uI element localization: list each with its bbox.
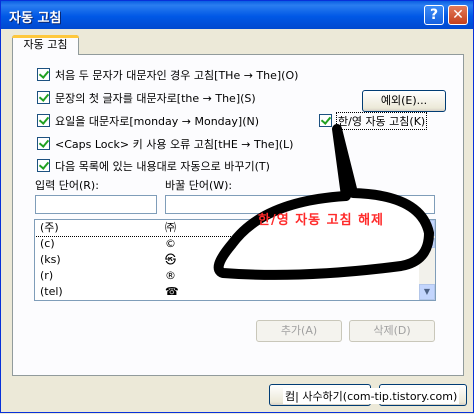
watermark-text: 컴| 사수하기(com-tip.tistory.com) xyxy=(283,388,460,404)
speech-bubble-annotation xyxy=(213,124,434,280)
speech-bubble-shape xyxy=(213,124,434,280)
autocorrect-dialog: 자동 고침 ? ✕ 자동 고침 처음 두 문자가 대문자인 경우 고침[THe … xyxy=(0,0,474,413)
annotation-text: 한/영 자동 고침 해제 xyxy=(258,213,385,228)
